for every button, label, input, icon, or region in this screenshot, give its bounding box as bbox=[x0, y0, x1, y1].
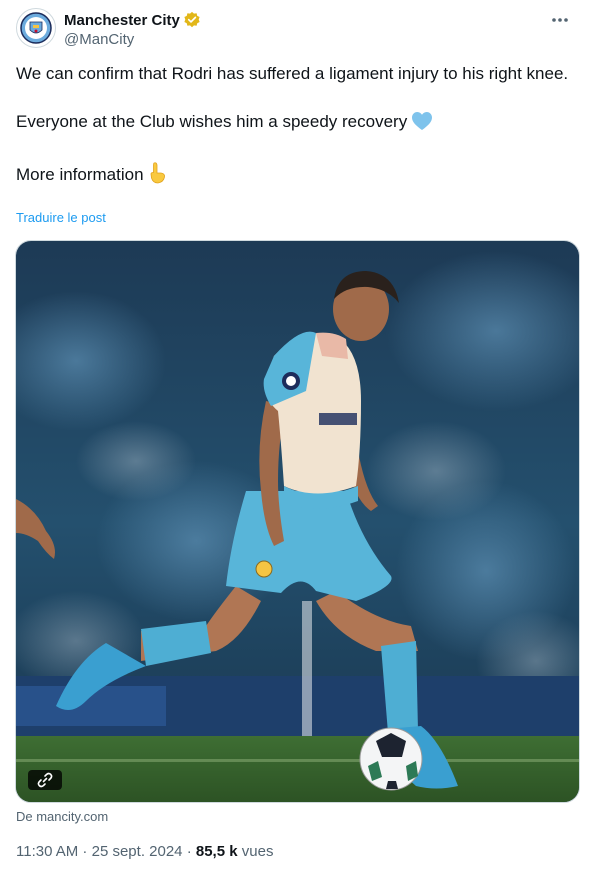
views-count: 85,5 k bbox=[195, 843, 238, 860]
tweet-meta: 11:30 AM · 25 sept. 2024 · 85,5 k vues bbox=[16, 843, 273, 860]
tweet-line-2: Everyone at the Club wishes him a speedy… bbox=[16, 110, 571, 138]
display-name[interactable]: Manchester City bbox=[64, 12, 180, 29]
meta-separator: · bbox=[78, 843, 92, 860]
avatar[interactable] bbox=[16, 8, 56, 48]
more-dots-icon bbox=[552, 18, 568, 22]
pointing-down-icon bbox=[148, 162, 166, 191]
blue-heart-icon bbox=[411, 111, 433, 138]
tweet-line-3: More information bbox=[16, 162, 571, 191]
tweet-date[interactable]: 25 sept. 2024 bbox=[92, 843, 183, 860]
tweet-line-1: We can confirm that Rodri has suffered a… bbox=[16, 64, 569, 83]
more-options-button[interactable] bbox=[545, 10, 575, 30]
club-crest-icon bbox=[20, 12, 52, 44]
link-badge[interactable] bbox=[28, 770, 62, 790]
tweet-line-2-text: Everyone at the Club wishes him a speedy… bbox=[16, 112, 408, 131]
player-photo bbox=[16, 241, 579, 802]
tweet-time[interactable]: 11:30 AM bbox=[16, 843, 78, 860]
author-block: Manchester City @ManCity bbox=[64, 10, 201, 48]
tweet-text: We can confirm that Rodri has suffered a… bbox=[16, 62, 571, 191]
link-source[interactable]: De mancity.com bbox=[16, 809, 108, 824]
link-card-image[interactable] bbox=[15, 240, 580, 803]
tweet-line-3-text: More information bbox=[16, 165, 144, 184]
display-name-row: Manchester City bbox=[64, 10, 201, 30]
tweet-header: Manchester City @ManCity bbox=[16, 8, 581, 52]
translate-post-link[interactable]: Traduire le post bbox=[16, 210, 106, 225]
tweet: Manchester City @ManCity We can confirm … bbox=[0, 0, 589, 869]
views-label: vues bbox=[237, 843, 274, 860]
link-icon bbox=[37, 772, 53, 788]
author-handle[interactable]: @ManCity bbox=[64, 31, 201, 48]
meta-separator: · bbox=[182, 843, 196, 860]
verified-badge-icon[interactable] bbox=[183, 11, 201, 29]
